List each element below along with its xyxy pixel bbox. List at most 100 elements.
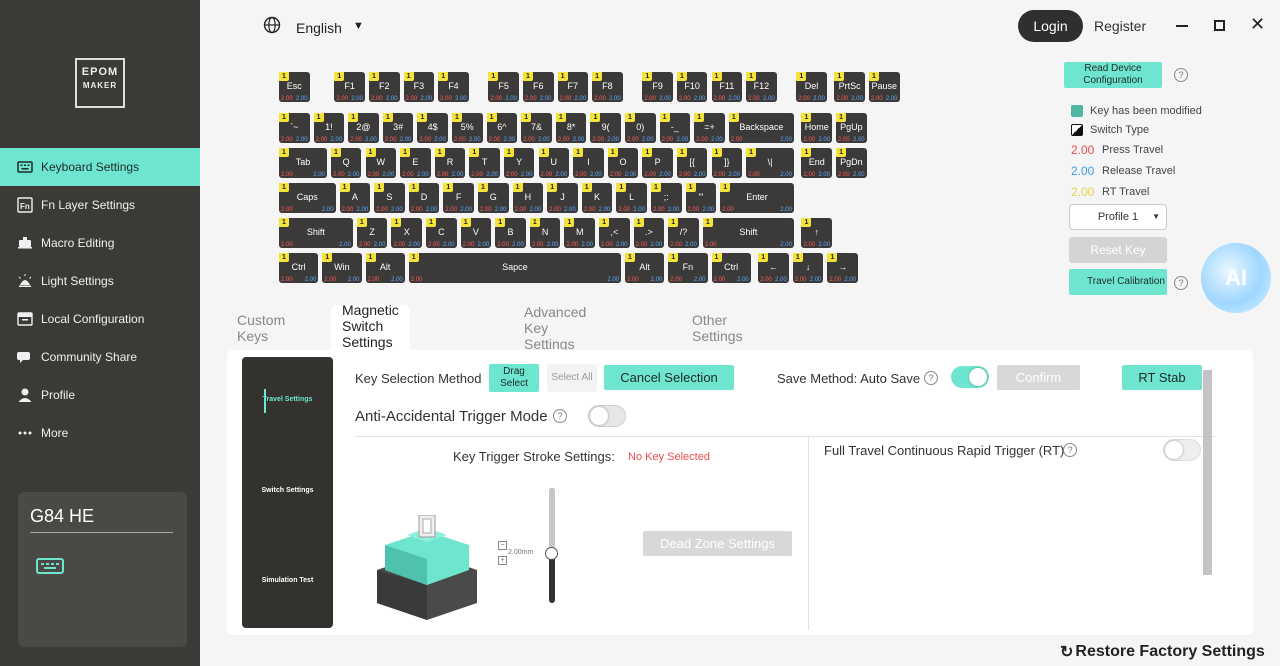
anti-accidental-toggle[interactable] [588,405,626,427]
key[interactable]: 1 R 2.00 2.00 [434,148,466,178]
key[interactable]: 1 X 2.00 2.00 [391,218,423,248]
key[interactable]: 1 Ctrl 2.00 2.00 [279,253,319,283]
key[interactable]: 1 3# 2.00 2.00 [382,113,414,143]
key[interactable]: 1 7& 2.00 2.00 [521,113,552,143]
sidebar-item-light-settings[interactable]: Light Settings [0,262,200,300]
help-icon[interactable]: ? [1174,276,1188,290]
key[interactable]: 1 E 2.00 2.00 [400,148,431,178]
scrollbar-thumb[interactable] [1203,370,1212,575]
key[interactable]: 1 Shift 2.00 2.00 [702,218,794,248]
key[interactable]: 1 F5 2.00 2.00 [488,72,519,102]
tab-other-settings[interactable]: Other Settings [692,305,743,350]
key[interactable]: 1 G 2.00 2.00 [477,183,509,213]
minimize-icon[interactable] [1176,25,1188,27]
dead-zone-settings-button[interactable]: Dead Zone Settings [643,531,792,556]
key[interactable]: 1 W 2.00 2.00 [365,148,397,178]
profile-select[interactable]: Profile 1 ▼ [1069,204,1167,230]
key[interactable]: 1 K 2.00 2.00 [581,183,613,213]
side-menu-simulation-test[interactable]: Simulation Test [242,577,333,584]
key[interactable]: 1 Backspace 2.00 2.00 [728,113,794,143]
key[interactable]: 1 V 2.00 2.00 [460,218,492,248]
sidebar-item-local-configuration[interactable]: Local Configuration [0,300,200,338]
key[interactable]: 1 ↑ 2.00 2.00 [801,218,833,248]
key[interactable]: 1 End 2.00 2.00 [801,148,833,178]
key[interactable]: 1 S 2.00 2.00 [374,183,405,213]
key[interactable]: 1 J 2.00 2.00 [547,183,578,213]
login-button[interactable]: Login [1018,10,1083,42]
maximize-icon[interactable] [1214,20,1225,31]
restore-factory-settings-button[interactable]: ↻ Restore Factory Settings [1060,642,1265,662]
key[interactable]: 1 ↓ 2.00 2.00 [792,253,824,283]
select-all-button[interactable]: Select All [547,364,597,392]
key[interactable]: 1 ,< 2.00 2.00 [599,218,630,248]
sidebar-item-fn-layer-settings[interactable]: Fn Fn Layer Settings [0,186,200,224]
rt-stab-button[interactable]: RT Stab [1122,365,1202,390]
sidebar-item-macro-editing[interactable]: Macro Editing [0,224,200,262]
key[interactable]: 1 N 2.00 2.00 [529,218,561,248]
reset-key-button[interactable]: Reset Key [1069,237,1167,263]
key[interactable]: 1 Sapce 2.00 2.00 [408,253,621,283]
read-device-config-button[interactable]: Read Device Configuration [1064,62,1162,88]
key[interactable]: 1[{2.00 2.00 [676,148,708,178]
key[interactable]: 1 2@ 2.00 2.00 [348,113,379,143]
tab-magnetic-switch-settings[interactable]: Magnetic Switch Settings [331,302,410,354]
key[interactable]: 1/? 2.00 2.00 [668,218,699,248]
key[interactable]: 1 H 2.00 2.00 [512,183,544,213]
key[interactable]: 1 F10 2.00 2.00 [676,72,708,102]
key[interactable]: 1 8* 2.00 2.00 [555,113,587,143]
key[interactable]: 1 `~ 2.00 2.00 [279,113,310,143]
key[interactable]: 1 I 2.00 2.00 [573,148,604,178]
key[interactable]: 1 B 2.00 2.00 [495,218,526,248]
key[interactable]: 1 .> 2.00 2.00 [633,218,665,248]
key[interactable]: 1 F 2.00 2.00 [443,183,474,213]
key[interactable]: 1 PgUp 2.00 2.00 [836,113,867,143]
key[interactable]: 1 Y 2.00 2.00 [503,148,535,178]
key[interactable]: 1 Esc 2.00 2.00 [279,72,310,102]
key[interactable]: 1 F9 2.00 2.00 [642,72,673,102]
key[interactable]: 1 Z 2.00 2.00 [356,218,388,248]
tab-custom-keys[interactable]: Custom Keys [237,305,285,350]
key[interactable]: 1]} 2.00 2.00 [711,148,743,178]
key[interactable]: 1 =+ 2.00 2.00 [694,113,725,143]
key[interactable]: 1 Pause 2.00 2.00 [868,72,900,102]
key[interactable]: 1 → 2.00 2.00 [827,253,858,283]
help-icon[interactable]: ? [1174,68,1188,82]
help-icon[interactable]: ? [553,409,567,423]
key[interactable]: 1;: 2.00 2.00 [650,183,682,213]
key[interactable]: 1 F3 2.00 2.00 [403,72,435,102]
sidebar-item-more[interactable]: More [0,414,200,452]
key[interactable]: 1 C 2.00 2.00 [426,218,457,248]
globe-icon[interactable] [263,16,281,34]
key[interactable]: 1 U 2.00 2.00 [538,148,570,178]
key[interactable]: 1 1! 2.00 2.00 [313,113,345,143]
key[interactable]: 1 Fn 2.00 2.00 [668,253,708,283]
travel-calibration-button[interactable]: Travel Calibration [1069,269,1167,295]
key[interactable]: 1 PgDn 2.00 2.00 [836,148,867,178]
full-travel-rt-toggle[interactable] [1163,439,1201,461]
key[interactable]: 1 ← 2.00 2.00 [758,253,789,283]
help-icon[interactable]: ? [924,371,938,385]
help-icon[interactable]: ? [1063,443,1077,457]
key[interactable]: 1 Alt 2.00 2.00 [625,253,665,283]
key[interactable]: 1 PrtSc 2.00 2.00 [834,72,865,102]
travel-slider-handle[interactable] [545,547,558,560]
sidebar-item-keyboard-settings[interactable]: Keyboard Settings [0,148,200,186]
key[interactable]: 1 D 2.00 2.00 [408,183,440,213]
key[interactable]: 1 -_ 2.00 2.00 [659,113,691,143]
device-card[interactable]: G84 HE [18,492,187,647]
drag-select-button[interactable]: Drag Select [489,364,539,392]
side-menu-travel-settings[interactable]: Travel Settings [242,396,333,403]
key[interactable]: 1 F7 2.00 2.00 [557,72,589,102]
key[interactable]: 1 F6 2.00 2.00 [522,72,554,102]
key[interactable]: 1 A 2.00 2.00 [339,183,371,213]
confirm-button[interactable]: Confirm [997,365,1080,390]
tab-advanced-key-settings[interactable]: Advanced Key Settings [524,304,586,352]
decrease-icon[interactable]: − [498,541,507,550]
key[interactable]: 1 Ctrl 2.00 2.00 [711,253,751,283]
cancel-selection-button[interactable]: Cancel Selection [604,365,734,390]
key[interactable]: 1 Shift 2.00 2.00 [279,218,353,248]
language-select[interactable]: English [296,20,342,36]
sidebar-item-community-share[interactable]: Community Share [0,338,200,376]
key[interactable]: 1 L 2.00 2.00 [616,183,647,213]
key[interactable]: 1 F4 2.00 2.00 [438,72,469,102]
